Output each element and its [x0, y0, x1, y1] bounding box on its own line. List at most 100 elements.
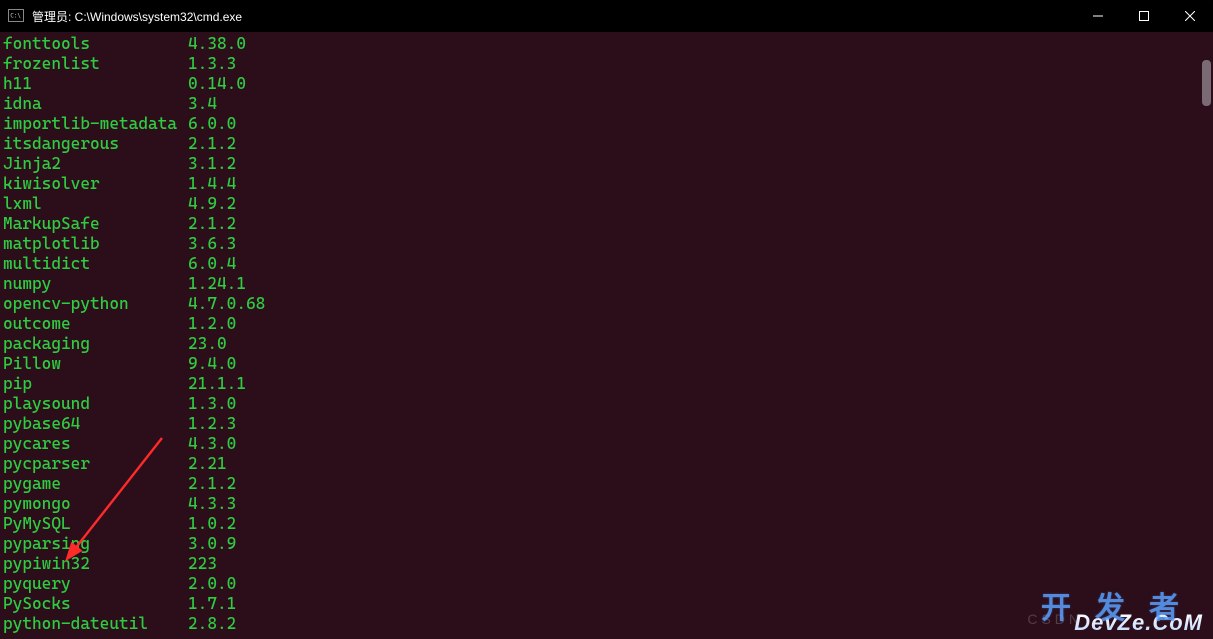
package-row: Jinja23.1.2: [3, 154, 1210, 174]
package-version: 3.6.3: [188, 234, 236, 254]
package-version: 1.3.0: [188, 394, 236, 414]
package-name: h11: [3, 74, 188, 94]
package-name: kiwisolver: [3, 174, 188, 194]
package-version: 1.3.3: [188, 54, 236, 74]
maximize-button[interactable]: [1121, 0, 1167, 32]
package-name: importlib-metadata: [3, 114, 188, 134]
package-version: 2.21: [188, 454, 227, 474]
package-version: 4.9.2: [188, 194, 236, 214]
package-row: kiwisolver1.4.4: [3, 174, 1210, 194]
package-row: PyMySQL1.0.2: [3, 514, 1210, 534]
terminal-output[interactable]: fonttools4.38.0frozenlist1.3.3h110.14.0i…: [0, 32, 1213, 639]
package-name: Jinja2: [3, 154, 188, 174]
package-row: numpy1.24.1: [3, 274, 1210, 294]
package-version: 1.0.2: [188, 514, 236, 534]
package-name: fonttools: [3, 34, 188, 54]
package-version: 23.0: [188, 334, 227, 354]
package-row: python-dateutil2.8.2: [3, 614, 1210, 634]
package-version: 4.3.0: [188, 434, 236, 454]
package-name: frozenlist: [3, 54, 188, 74]
package-name: Pillow: [3, 354, 188, 374]
package-version: 4.38.0: [188, 34, 246, 54]
package-version: 2.8.2: [188, 614, 236, 634]
package-version: 2.1.2: [188, 474, 236, 494]
package-version: 223: [188, 554, 217, 574]
close-button[interactable]: [1167, 0, 1213, 32]
package-version: 6.0.0: [188, 114, 236, 134]
package-name: idna: [3, 94, 188, 114]
package-row: pycparser2.21: [3, 454, 1210, 474]
package-version: 21.1.1: [188, 374, 246, 394]
package-version: 1.24.1: [188, 274, 246, 294]
package-row: h110.14.0: [3, 74, 1210, 94]
package-version: 2.1.2: [188, 134, 236, 154]
svg-text:C:\: C:\: [10, 13, 21, 20]
package-name: lxml: [3, 194, 188, 214]
package-row: frozenlist1.3.3: [3, 54, 1210, 74]
minimize-button[interactable]: [1075, 0, 1121, 32]
package-name: pip: [3, 374, 188, 394]
package-row: pymongo4.3.3: [3, 494, 1210, 514]
package-name: outcome: [3, 314, 188, 334]
package-name: PySocks: [3, 594, 188, 614]
package-name: packaging: [3, 334, 188, 354]
package-name: numpy: [3, 274, 188, 294]
package-row: importlib-metadata6.0.0: [3, 114, 1210, 134]
package-row: pycares4.3.0: [3, 434, 1210, 454]
package-name: multidict: [3, 254, 188, 274]
package-row: PySocks1.7.1: [3, 594, 1210, 614]
package-version: 4.3.3: [188, 494, 236, 514]
package-name: playsound: [3, 394, 188, 414]
package-name: pypiwin32: [3, 554, 188, 574]
package-row: opencv-python4.7.0.68: [3, 294, 1210, 314]
package-row: fonttools4.38.0: [3, 34, 1210, 54]
package-name: itsdangerous: [3, 134, 188, 154]
package-row: pyquery2.0.0: [3, 574, 1210, 594]
package-version: 6.0.4: [188, 254, 236, 274]
package-version: 9.4.0: [188, 354, 236, 374]
package-name: opencv-python: [3, 294, 188, 314]
cmd-window: C:\ 管理员: C:\Windows\system32\cmd.exe fon…: [0, 0, 1213, 639]
package-name: MarkupSafe: [3, 214, 188, 234]
package-row: Pillow9.4.0: [3, 354, 1210, 374]
package-version: 3.4: [188, 94, 217, 114]
package-row: idna3.4: [3, 94, 1210, 114]
package-version: 1.2.3: [188, 414, 236, 434]
package-row: pyparsing3.0.9: [3, 534, 1210, 554]
package-name: python-dateutil: [3, 614, 188, 634]
titlebar[interactable]: C:\ 管理员: C:\Windows\system32\cmd.exe: [0, 0, 1213, 32]
package-name: matplotlib: [3, 234, 188, 254]
package-version: 3.0.9: [188, 534, 236, 554]
package-version: 2.1.2: [188, 214, 236, 234]
package-row: pygame2.1.2: [3, 474, 1210, 494]
package-row: pypiwin32223: [3, 554, 1210, 574]
package-row: pip21.1.1: [3, 374, 1210, 394]
package-row: lxml4.9.2: [3, 194, 1210, 214]
package-version: 1.7.1: [188, 594, 236, 614]
close-icon: [1185, 11, 1195, 21]
package-version: 0.14.0: [188, 74, 246, 94]
package-row: itsdangerous2.1.2: [3, 134, 1210, 154]
cmd-icon: C:\: [8, 8, 24, 24]
package-row: pybase641.2.3: [3, 414, 1210, 434]
maximize-icon: [1139, 11, 1149, 21]
package-list: fonttools4.38.0frozenlist1.3.3h110.14.0i…: [3, 34, 1210, 634]
scrollbar[interactable]: [1197, 32, 1213, 639]
package-name: pycares: [3, 434, 188, 454]
package-row: multidict6.0.4: [3, 254, 1210, 274]
package-row: packaging23.0: [3, 334, 1210, 354]
package-name: pyquery: [3, 574, 188, 594]
window-title: 管理员: C:\Windows\system32\cmd.exe: [32, 8, 242, 25]
package-name: pybase64: [3, 414, 188, 434]
package-version: 4.7.0.68: [188, 294, 265, 314]
package-row: outcome1.2.0: [3, 314, 1210, 334]
package-name: pygame: [3, 474, 188, 494]
package-version: 2.0.0: [188, 574, 236, 594]
minimize-icon: [1093, 11, 1103, 21]
scrollbar-thumb[interactable]: [1202, 60, 1211, 106]
package-name: PyMySQL: [3, 514, 188, 534]
package-name: pymongo: [3, 494, 188, 514]
package-row: playsound1.3.0: [3, 394, 1210, 414]
package-row: MarkupSafe2.1.2: [3, 214, 1210, 234]
package-row: matplotlib3.6.3: [3, 234, 1210, 254]
